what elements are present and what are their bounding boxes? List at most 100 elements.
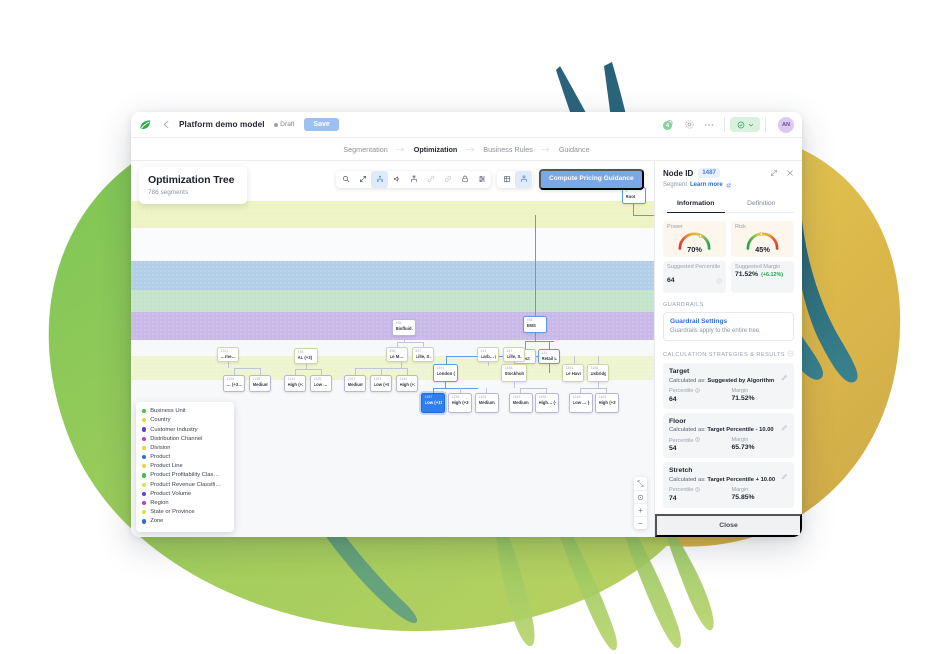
legend-item[interactable]: Customer Industry xyxy=(142,425,228,434)
back-arrow-icon[interactable] xyxy=(161,119,172,130)
tree-node[interactable]: 444Larb… (+4) xyxy=(477,347,499,362)
publish-status-dropdown[interactable] xyxy=(730,117,760,132)
tree-node[interactable]: 448 AL (+3) xyxy=(294,348,318,364)
org-chart-icon[interactable] xyxy=(405,171,422,188)
link-broken-icon[interactable] xyxy=(422,171,439,188)
save-button[interactable]: Save xyxy=(304,118,339,131)
notifications-button[interactable]: 4 xyxy=(659,119,679,130)
sliders-icon[interactable] xyxy=(473,171,490,188)
legend-item-label: Zone xyxy=(150,518,164,525)
search-icon[interactable] xyxy=(337,171,354,188)
window-body: 1Root395Biofluid…398EMS456Le M… (+4)457L… xyxy=(131,161,802,537)
close-panel-button[interactable]: Close xyxy=(655,514,802,537)
info-icon[interactable] xyxy=(695,388,701,395)
legend-item[interactable]: Division xyxy=(142,443,228,452)
chevron-circle-icon[interactable] xyxy=(787,350,794,359)
legend-item[interactable]: Product Line xyxy=(142,462,228,471)
avatar[interactable]: AN xyxy=(778,116,794,133)
tree-node[interactable]: 1194High (+3… xyxy=(396,375,418,392)
legend-color-dot-icon xyxy=(142,436,147,441)
tree-node-label: High (+3… xyxy=(399,381,415,387)
settings-button[interactable] xyxy=(679,119,699,130)
tree-node[interactable]: 1487Low (+10… xyxy=(421,393,445,413)
legend-item[interactable]: Country xyxy=(142,416,228,425)
tree-node[interactable]: 1456High (+3… xyxy=(448,393,472,413)
external-link-icon[interactable] xyxy=(726,183,731,188)
tree-node[interactable]: 1453Medium (… xyxy=(509,393,533,413)
tab-definition[interactable]: Definition xyxy=(729,196,795,212)
strategy-calc-prefix: Calculated as: xyxy=(669,427,706,434)
leaf-logo-icon[interactable] xyxy=(138,118,152,132)
megaphone-icon[interactable] xyxy=(388,171,405,188)
legend-item[interactable]: Business Unit xyxy=(142,407,228,416)
panel-scroll-area[interactable]: Node ID 1487 Segment Learn more Informat… xyxy=(663,168,794,508)
nav-item-segmentation[interactable]: Segmentation xyxy=(343,140,387,159)
tree-node[interactable]: 1456High… (+1) xyxy=(535,393,559,413)
tree-node[interactable]: 1491London (+) xyxy=(433,364,458,382)
optimization-tree-canvas[interactable]: 1Root395Biofluid…398EMS456Le M… (+4)457L… xyxy=(131,161,654,537)
tree-node[interactable]: 1138Medium (… xyxy=(249,375,271,392)
tree-node[interactable]: 1448Low … (+1) xyxy=(569,393,593,413)
tree-node[interactable]: 398 EMS xyxy=(523,316,547,333)
tree-node[interactable]: 1486Uxbridge xyxy=(587,364,609,382)
lock-icon[interactable] xyxy=(456,171,473,188)
tree-node-label: Le Havre… xyxy=(565,370,581,376)
suggested-margin-value: 71.52% xyxy=(735,271,759,279)
tree-node[interactable]: 1461High (+3… xyxy=(595,393,619,413)
link-icon[interactable] xyxy=(439,171,456,188)
locate-target-icon[interactable]: ⊙ xyxy=(634,490,647,503)
node-id-chip: 1487 xyxy=(698,168,720,179)
tree-node[interactable]: 1488Stockholm xyxy=(501,364,527,382)
nav-arrow-icon-1 xyxy=(388,146,414,153)
tree-node[interactable]: 395Biofluid… xyxy=(392,319,416,336)
table-view-icon[interactable] xyxy=(498,171,515,188)
hierarchy-tree-icon[interactable] xyxy=(371,170,388,188)
strategy-name: Floor xyxy=(669,417,686,425)
legend-item[interactable]: State or Province xyxy=(142,508,228,517)
tree-node[interactable]: 1193Low (+5)… xyxy=(370,375,392,392)
legend-item[interactable]: Product Profitability Clas… xyxy=(142,471,228,480)
more-options-button[interactable] xyxy=(699,119,719,131)
legend-item[interactable]: Product Volume xyxy=(142,489,228,498)
tree-node-label: Le M… (+4) xyxy=(389,353,405,359)
tree-node[interactable]: 1139Low … (+1) xyxy=(310,375,332,392)
tree-node[interactable]: 447Lille, S… xyxy=(503,347,525,362)
zoom-in-icon[interactable]: + xyxy=(634,503,647,516)
strategies-section-title: CALCULATION STRATEGIES & RESULTS xyxy=(663,350,794,359)
tree-node[interactable]: 1454Medium (… xyxy=(475,393,499,413)
tree-node[interactable]: 1120… (+3… xyxy=(223,375,245,392)
tree-node[interactable]: 1101 …rne… xyxy=(217,347,239,362)
legend-item[interactable]: Distribution Channel xyxy=(142,434,228,443)
band-dot-pattern xyxy=(131,261,654,290)
legend-item[interactable]: Product Revenue Classifi… xyxy=(142,480,228,489)
pencil-icon[interactable] xyxy=(781,418,788,436)
guardrail-settings-link[interactable]: Guardrail Settings xyxy=(670,318,787,325)
tab-information[interactable]: Information xyxy=(663,196,729,214)
nav-item-business-rules[interactable]: Business Rules xyxy=(483,140,533,159)
learn-more-link[interactable]: Learn more xyxy=(690,182,723,188)
info-icon[interactable] xyxy=(716,271,722,289)
expand-arrows-icon[interactable] xyxy=(354,171,371,188)
pencil-icon[interactable] xyxy=(781,467,788,485)
tree-node[interactable]: 456Le M… (+4) xyxy=(386,347,408,362)
tree-node[interactable]: 1192Medium (… xyxy=(344,375,366,392)
page-title: Optimization Tree xyxy=(148,174,235,186)
expand-icon[interactable] xyxy=(770,169,778,177)
tree-node[interactable]: 1134High (+3… xyxy=(284,375,306,392)
legend-item[interactable]: Region xyxy=(142,498,228,507)
nav-item-optimization[interactable]: Optimization xyxy=(411,140,459,164)
tree-node[interactable]: 431Retail L… xyxy=(538,349,560,364)
info-icon[interactable] xyxy=(695,487,701,494)
legend-item[interactable]: Zone xyxy=(142,517,228,526)
info-icon[interactable] xyxy=(695,437,701,444)
tree-node[interactable]: 457Lille, S… xyxy=(412,347,434,362)
tree-node[interactable]: 1481Le Havre… xyxy=(562,364,584,382)
tree-view-icon[interactable] xyxy=(515,170,532,188)
compute-pricing-guidance-button[interactable]: Compute Pricing Guidance xyxy=(539,169,644,190)
close-icon[interactable] xyxy=(786,169,794,177)
nav-item-guidance[interactable]: Guidance xyxy=(559,140,590,159)
legend-item[interactable]: Product xyxy=(142,453,228,462)
zoom-out-icon[interactable]: − xyxy=(634,516,647,529)
pencil-icon[interactable] xyxy=(781,368,788,386)
fit-screen-icon[interactable]: ⤡ xyxy=(634,477,647,490)
